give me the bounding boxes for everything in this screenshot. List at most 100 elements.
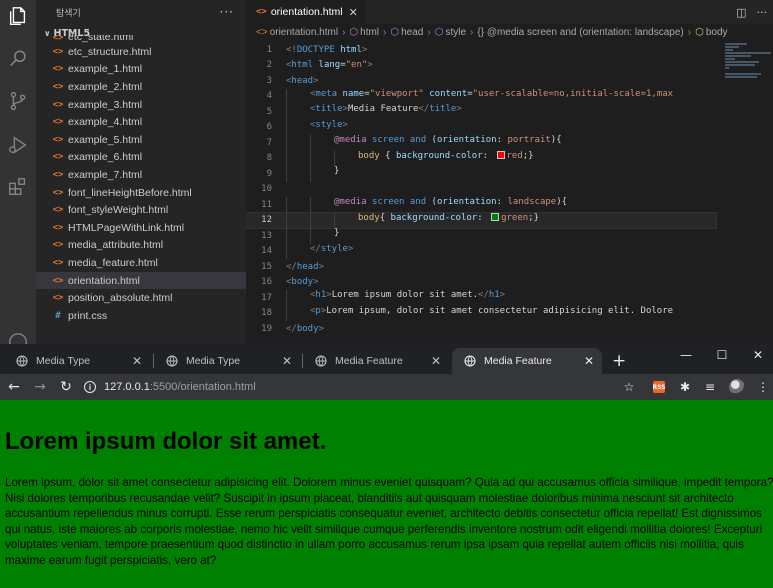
editor-tab-orientation[interactable]: <> orientation.html ✕ bbox=[246, 0, 366, 24]
code-text: @media screen and (orientation: portrait… bbox=[286, 135, 562, 151]
code-line[interactable]: 16 <body> bbox=[246, 275, 716, 291]
file-item[interactable]: <> example_7.html bbox=[36, 166, 246, 184]
code-line[interactable]: 1 <!DOCTYPE html> bbox=[246, 42, 716, 58]
file-item[interactable]: <> example_3.html bbox=[36, 96, 246, 114]
code-line[interactable]: 3 <head> bbox=[246, 73, 716, 89]
extensions-puzzle-icon[interactable]: ✱ bbox=[676, 378, 694, 396]
breadcrumb-separator: › bbox=[687, 27, 692, 38]
file-item[interactable]: <> media_feature.html bbox=[36, 254, 246, 272]
editor-area: <> orientation.html ✕ ◫ ··· <> orientatio… bbox=[246, 0, 773, 344]
search-icon[interactable] bbox=[6, 47, 30, 71]
url-path: :5500/orientation.html bbox=[149, 381, 256, 393]
profile-avatar[interactable] bbox=[728, 378, 746, 396]
browser-tab-4-active[interactable]: Media Feature ✕ bbox=[452, 348, 602, 374]
more-actions-icon[interactable]: ··· bbox=[757, 6, 768, 19]
breadcrumb-item[interactable]: ⬡ style bbox=[435, 27, 466, 38]
file-item[interactable]: <> etc_state.html bbox=[36, 35, 246, 43]
breadcrumb-item[interactable]: ⬡ head bbox=[390, 27, 423, 38]
run-debug-icon[interactable] bbox=[6, 133, 30, 157]
browser-tab-1[interactable]: Media Type ✕ bbox=[4, 348, 150, 374]
file-item[interactable]: <> media_attribute.html bbox=[36, 237, 246, 255]
reload-button[interactable]: ↻ bbox=[56, 377, 76, 397]
source-control-icon[interactable] bbox=[6, 89, 30, 113]
bookmark-star-icon[interactable]: ☆ bbox=[620, 378, 638, 396]
code-line[interactable]: 13} bbox=[246, 228, 716, 244]
code-view[interactable]: 1 <!DOCTYPE html> 2 <html lang="en"> 3 <head>… bbox=[246, 42, 717, 344]
close-icon[interactable]: ✕ bbox=[431, 354, 441, 368]
minimap[interactable] bbox=[721, 42, 773, 344]
file-item[interactable]: <> example_2.html bbox=[36, 78, 246, 96]
code-line[interactable]: 9} bbox=[246, 166, 716, 182]
code-line[interactable]: 19 </body> bbox=[246, 321, 716, 337]
back-button[interactable]: ← bbox=[4, 377, 24, 397]
breadcrumb-item[interactable]: {} @media screen and (orientation: lands… bbox=[477, 27, 683, 38]
file-item[interactable]: <> HTMLPageWithLink.html bbox=[36, 219, 246, 237]
code-text: <style> bbox=[286, 119, 348, 135]
reading-list-icon[interactable]: ≡ bbox=[701, 378, 719, 396]
minimize-button[interactable]: — bbox=[668, 344, 704, 366]
breadcrumb-label: orientation.html bbox=[269, 27, 339, 38]
code-line[interactable]: 4 <meta name="viewport" content="user-sca… bbox=[246, 88, 716, 104]
code-line[interactable]: 12 body{ background-color: green;} bbox=[246, 211, 717, 229]
line-number: 16 bbox=[261, 277, 272, 288]
file-item[interactable]: <> etc_structure.html bbox=[36, 43, 246, 61]
file-item[interactable]: <> position_absolute.html bbox=[36, 289, 246, 307]
extensions-icon[interactable] bbox=[6, 175, 30, 199]
html-file-icon: <> bbox=[52, 187, 64, 198]
close-icon[interactable]: ✕ bbox=[584, 354, 594, 368]
code-line[interactable]: 7 @media screen and (orientation: portrai… bbox=[246, 135, 716, 151]
file-item[interactable]: <> orientation.html bbox=[36, 271, 246, 290]
file-item[interactable]: <> font_styleWeight.html bbox=[36, 201, 246, 219]
rss-extension-icon[interactable]: RSS bbox=[650, 378, 668, 396]
forward-button[interactable]: → bbox=[30, 377, 50, 397]
css-file-icon: # bbox=[55, 310, 61, 321]
close-icon[interactable]: ✕ bbox=[132, 354, 142, 368]
code-line[interactable]: 17 <h1>Lorem ipsum dolor sit amet.</h1> bbox=[246, 290, 716, 306]
info-icon[interactable]: i bbox=[84, 381, 96, 393]
code-line[interactable]: 8 body { background-color: red;} bbox=[246, 150, 716, 166]
breadcrumb-item[interactable]: <> orientation.html bbox=[256, 27, 338, 38]
explorer-more-icon[interactable]: ··· bbox=[220, 5, 234, 19]
close-tab-icon[interactable]: ✕ bbox=[349, 6, 358, 19]
browser-tab-3[interactable]: Media Feature ✕ bbox=[303, 348, 449, 374]
window-close-button[interactable]: ✕ bbox=[740, 344, 773, 366]
breadcrumb-label: html bbox=[360, 27, 380, 38]
new-tab-button[interactable]: + bbox=[612, 351, 626, 371]
breadcrumb-item[interactable]: ⬡ body bbox=[695, 27, 727, 38]
code-line[interactable]: 2 <html lang="en"> bbox=[246, 58, 716, 74]
explorer-icon[interactable] bbox=[6, 4, 30, 28]
menu-kebab-icon[interactable]: ⋮ bbox=[754, 378, 772, 396]
address-bar[interactable]: i 127.0.0.1:5500/orientation.html bbox=[84, 377, 644, 397]
code-line[interactable]: 14 </style> bbox=[246, 243, 716, 259]
code-line[interactable]: 15 </head> bbox=[246, 259, 716, 275]
html-file-icon: <> bbox=[52, 275, 64, 286]
code-line[interactable]: 6 <style> bbox=[246, 119, 716, 135]
breadcrumb: <> orientation.html › ⬡ html › ⬡ head › ⬡ style ›{}… bbox=[246, 24, 773, 41]
file-item[interactable]: <> example_4.html bbox=[36, 113, 246, 131]
breadcrumb-label: {} @media screen and (orientation: lands… bbox=[477, 27, 684, 38]
file-item[interactable]: <> font_lineHeightBefore.html bbox=[36, 184, 246, 202]
file-item[interactable]: <> example_1.html bbox=[36, 61, 246, 79]
breadcrumb-item[interactable]: ⬡ html bbox=[349, 27, 379, 38]
code-line[interactable]: 5 <title>Media Feature</title> bbox=[246, 104, 716, 120]
code-line[interactable]: 11 @media screen and (orientation: landsc… bbox=[246, 197, 716, 213]
file-label: media_feature.html bbox=[68, 256, 158, 269]
html-file-icon: <> bbox=[52, 99, 64, 110]
line-number: 17 bbox=[261, 292, 272, 303]
file-item[interactable]: <> example_6.html bbox=[36, 149, 246, 167]
file-item[interactable]: # print.css bbox=[36, 307, 246, 325]
code-line[interactable]: 18 <p>Lorem ipsum, dolor sit amet consect… bbox=[246, 305, 716, 321]
line-number: 4 bbox=[266, 91, 272, 102]
page-heading: Lorem ipsum dolor sit amet. bbox=[5, 428, 327, 455]
account-icon[interactable] bbox=[6, 330, 30, 344]
editor-tab-bar: <> orientation.html ✕ ◫ ··· bbox=[246, 0, 773, 24]
browser-tab-title: Media Feature bbox=[335, 355, 403, 367]
code-line[interactable]: 10 bbox=[246, 182, 716, 198]
maximize-button[interactable]: ☐ bbox=[704, 344, 740, 366]
file-item[interactable]: <> example_5.html bbox=[36, 131, 246, 149]
browser-tab-2[interactable]: Media Type ✕ bbox=[154, 348, 300, 374]
close-icon[interactable]: ✕ bbox=[282, 354, 292, 368]
split-editor-icon[interactable]: ◫ bbox=[736, 6, 746, 19]
globe-icon bbox=[315, 355, 327, 367]
symbol-icon: ⬡ bbox=[390, 27, 400, 38]
